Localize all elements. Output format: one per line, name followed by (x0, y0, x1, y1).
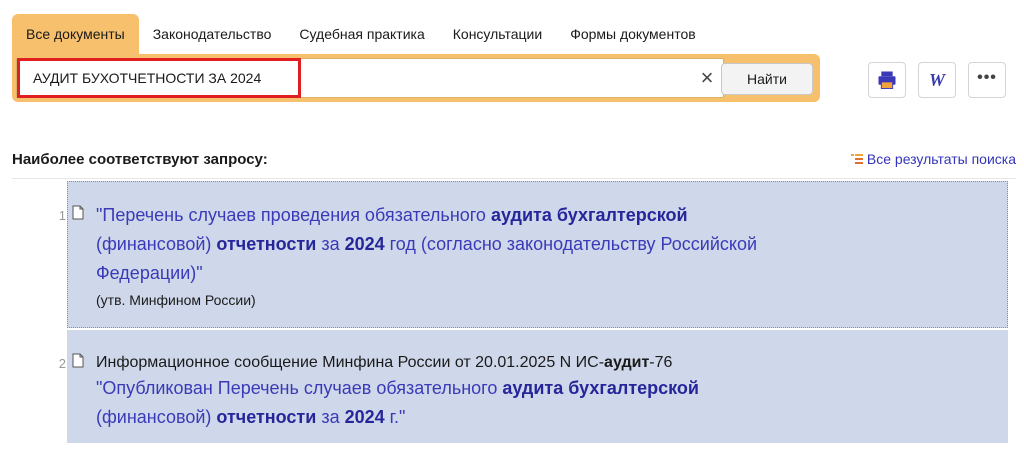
tab-document-forms[interactable]: Формы документов (556, 14, 710, 54)
text: -76 (649, 354, 673, 371)
text: (финансовой) (96, 234, 217, 254)
result-number: 1 (58, 208, 66, 223)
text: г." (384, 407, 406, 427)
tab-legislation[interactable]: Законодательство (139, 14, 286, 54)
tab-consultations[interactable]: Консультации (439, 14, 556, 54)
all-results-label: Все результаты поиска (866, 151, 1016, 167)
result-2-title-line-1[interactable]: "Опубликован Перечень случаев обязательн… (96, 376, 699, 400)
results-heading: Наиболее соответствуют запросу: (12, 151, 268, 168)
query-match: аудита бухгалтерской (502, 378, 699, 398)
tab-court-practice[interactable]: Судебная практика (285, 14, 438, 54)
text: (финансовой) (96, 407, 217, 427)
print-button[interactable] (868, 62, 906, 98)
text: за (316, 407, 345, 427)
tab-all-documents[interactable]: Все документы (12, 14, 139, 54)
search-panel: × (12, 54, 820, 102)
more-button[interactable]: ••• (968, 62, 1006, 98)
all-results-link[interactable]: Все результаты поиска (850, 151, 1016, 167)
find-button[interactable]: Найти (721, 63, 813, 95)
result-2-title-line-2[interactable]: (финансовой) отчетности за 2024 г." (96, 405, 405, 429)
query-match: аудит (604, 354, 650, 371)
query-match: 2024 (344, 407, 385, 427)
word-icon: W (928, 70, 945, 90)
result-1-title-line-2[interactable]: (финансовой) отчетности за 2024 год (сог… (96, 232, 757, 256)
result-number: 2 (58, 356, 66, 371)
clear-icon[interactable]: × (697, 67, 717, 89)
search-field: × (16, 58, 724, 98)
document-icon (72, 205, 84, 220)
search-input[interactable] (17, 59, 687, 97)
text: "Опубликован Перечень случаев обязательн… (96, 378, 503, 398)
query-match: отчетности (216, 407, 317, 427)
divider (12, 178, 1016, 179)
query-match: аудита бухгалтерской (490, 205, 688, 225)
document-type-tabs: Все документы Законодательство Судебная … (12, 14, 710, 54)
result-1-title-line-1[interactable]: "Перечень случаев проведения обязательно… (96, 203, 688, 227)
text: за (316, 234, 345, 254)
text: "Перечень случаев проведения обязательно… (96, 205, 491, 225)
document-icon (72, 353, 84, 368)
query-match: 2024 (344, 234, 385, 254)
export-word-button[interactable]: W (918, 62, 956, 98)
result-1-note: (утв. Минфином России) (96, 292, 256, 308)
list-icon (850, 154, 863, 164)
text: Информационное сообщение Минфина России … (96, 354, 605, 371)
result-1-title-line-3[interactable]: Федерации)" (96, 261, 203, 285)
more-icon: ••• (977, 69, 997, 86)
query-match: отчетности (216, 234, 317, 254)
printer-icon (878, 71, 896, 89)
result-2-source: Информационное сообщение Минфина России … (96, 352, 672, 374)
text: год (согласно законодательству Российско… (384, 234, 758, 254)
